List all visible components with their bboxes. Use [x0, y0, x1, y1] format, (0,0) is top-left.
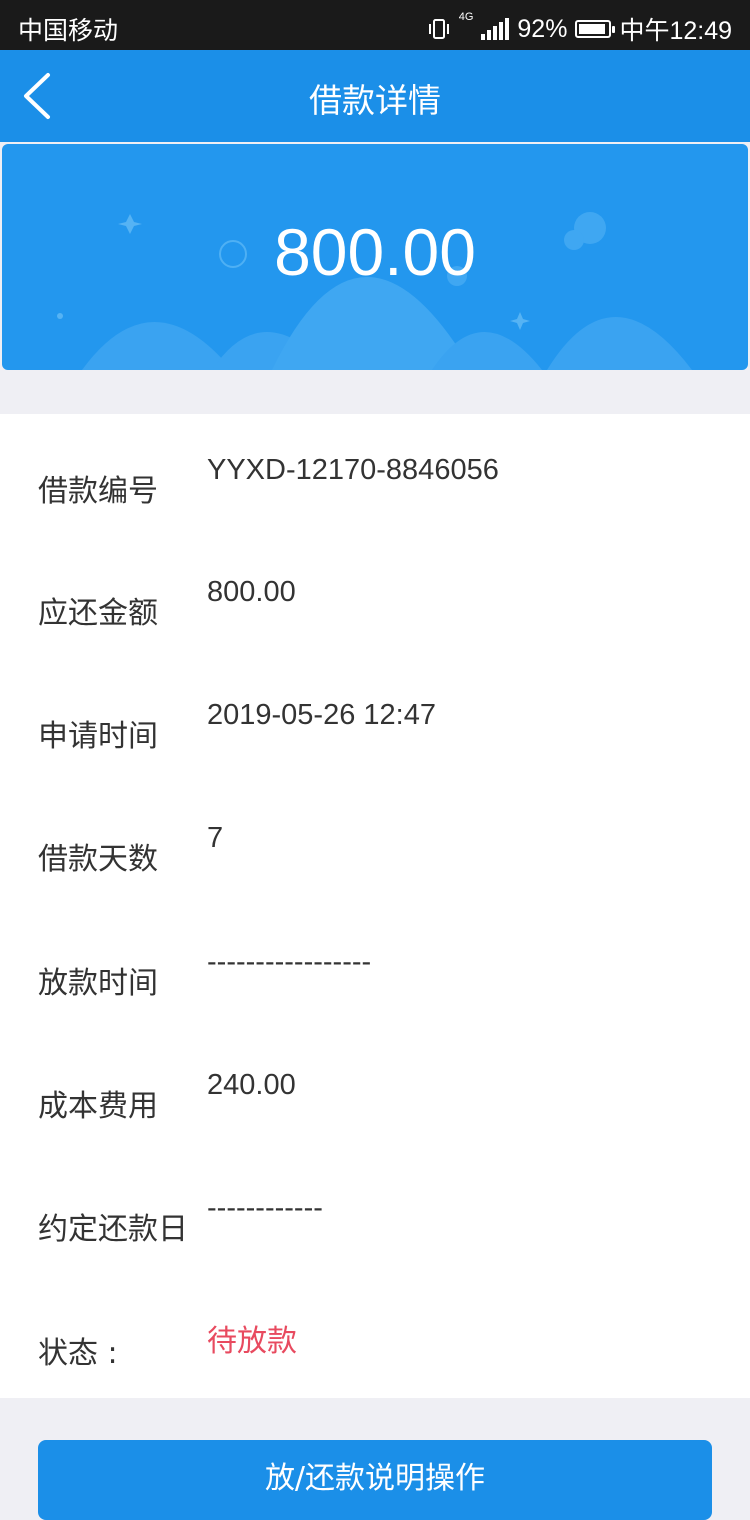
detail-row: 放款时间 ----------------- — [0, 946, 750, 1026]
carrier-name: 中国移动 — [18, 17, 119, 45]
battery-icon — [575, 20, 616, 38]
detail-label: 状态 : — [38, 1336, 118, 1371]
detail-row: 借款编号 YYXD-12170-8846056 — [0, 454, 750, 534]
repayment-instructions-button[interactable]: 放/还款说明操作 — [38, 1440, 712, 1520]
page-title: 借款详情 — [309, 81, 441, 120]
detail-label: 申请时间 — [38, 719, 158, 754]
status-bar: 中国移动 4G 92% 中午12:49 — [0, 0, 750, 50]
amount-banner: 800.00 — [2, 144, 748, 370]
detail-row: 约定还款日 ------------ — [0, 1192, 750, 1272]
detail-value: ------------ — [207, 1192, 323, 1224]
status-icons: 4G 92% 中午12:49 — [427, 11, 732, 47]
detail-value: 240.00 — [207, 1069, 296, 1101]
detail-row: 成本费用 240.00 — [0, 1069, 750, 1149]
detail-value: YYXD-12170-8846056 — [207, 454, 499, 486]
battery-percent: 92% — [517, 14, 568, 43]
detail-value: 800.00 — [207, 576, 296, 608]
detail-value: 2019-05-26 12:47 — [207, 699, 436, 731]
detail-row: 借款天数 7 — [0, 822, 750, 902]
status-value: 待放款 — [207, 1324, 297, 1359]
signal-icon — [481, 18, 510, 40]
detail-row: 应还金额 800.00 — [0, 576, 750, 656]
detail-label: 借款编号 — [38, 474, 158, 509]
detail-value: ----------------- — [207, 946, 372, 978]
detail-label: 成本费用 — [38, 1089, 158, 1124]
detail-value: 7 — [207, 822, 224, 854]
network-type: 4G — [458, 11, 474, 23]
nav-bar: 借款详情 — [0, 50, 750, 142]
clock: 中午12:49 — [619, 17, 732, 45]
loan-amount: 800.00 — [274, 215, 476, 289]
detail-label: 借款天数 — [38, 842, 158, 877]
detail-label: 约定还款日 — [38, 1212, 188, 1247]
vibrate-icon — [427, 18, 451, 40]
detail-row: 状态 : 待放款 — [0, 1316, 750, 1396]
loan-details: 借款编号 YYXD-12170-8846056 应还金额 800.00 申请时间… — [0, 414, 750, 1398]
detail-label: 应还金额 — [38, 596, 158, 631]
detail-label: 放款时间 — [38, 966, 158, 1001]
detail-row: 申请时间 2019-05-26 12:47 — [0, 699, 750, 779]
